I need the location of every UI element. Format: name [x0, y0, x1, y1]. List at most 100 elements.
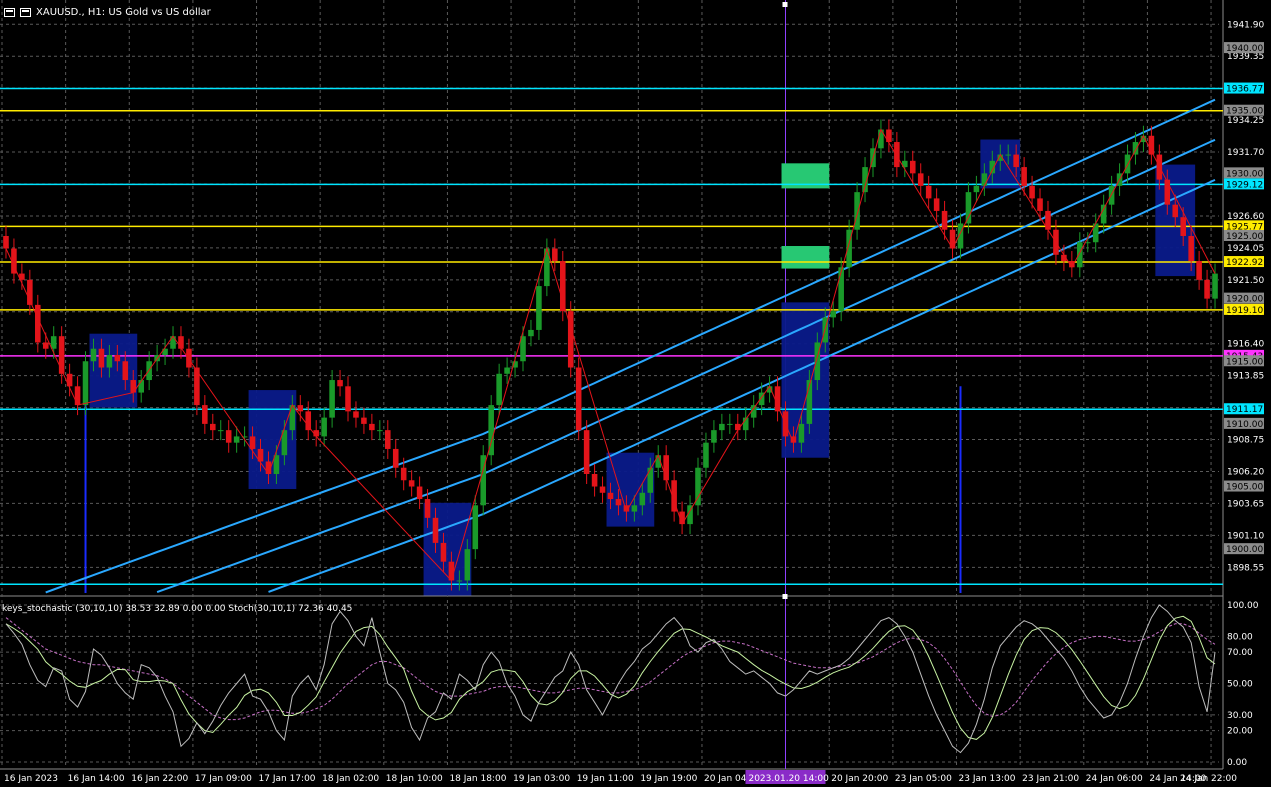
- candle-body: [639, 492, 646, 506]
- stoch-tick-label: 100.00: [1227, 601, 1259, 611]
- window-icon[interactable]: [4, 7, 15, 17]
- candle-body: [289, 405, 296, 431]
- chart-title-bar: XAUUSD., H1: US Gold vs US dollar: [4, 4, 211, 20]
- candle-body: [377, 430, 383, 432]
- price-level-tag-label: 1915.00: [1226, 357, 1263, 367]
- price-level-tag-label: 1925.00: [1226, 232, 1263, 242]
- candle-body: [925, 185, 932, 199]
- price-level-tag-label: 1940.00: [1226, 44, 1263, 54]
- candle-body: [1180, 217, 1186, 236]
- candle-body: [711, 430, 717, 443]
- candle-body: [1021, 167, 1027, 186]
- time-tick-label: 19 Jan 19:00: [640, 774, 697, 784]
- price-tick-label: 1931.70: [1227, 148, 1264, 158]
- candle-body: [814, 342, 821, 381]
- time-tick-label: 20 Jan 20:00: [831, 774, 888, 784]
- candle-body: [933, 198, 940, 211]
- candle-body: [663, 455, 669, 481]
- price-tick-label: 1941.90: [1227, 20, 1264, 30]
- candle-body: [82, 361, 89, 406]
- candle-body: [1100, 204, 1107, 224]
- stoch-tick-label: 50.00: [1227, 680, 1253, 690]
- candle-body: [854, 192, 860, 230]
- candle-body: [464, 549, 471, 581]
- candle-body: [830, 311, 837, 318]
- candle-body: [631, 505, 638, 512]
- zone-highlight-lower: [781, 246, 830, 269]
- time-tick-label: 23 Jan 13:00: [959, 774, 1016, 784]
- candle-body: [647, 467, 654, 493]
- candle-body: [42, 342, 49, 349]
- candle-body: [981, 173, 988, 186]
- price-level-tag-label: 1936.77: [1226, 85, 1263, 95]
- candle-body: [504, 367, 510, 374]
- candle-body: [392, 448, 399, 468]
- candle-body: [321, 417, 327, 437]
- price-tick-label: 1924.05: [1227, 244, 1264, 254]
- candle-body: [798, 423, 805, 443]
- candle-body: [941, 210, 948, 230]
- zone-box: [423, 502, 472, 596]
- candle-body: [909, 160, 916, 174]
- candle-body: [305, 411, 312, 431]
- candle-body: [965, 192, 972, 224]
- candle-body: [345, 386, 351, 412]
- price-level-tag-label: 1920.00: [1226, 295, 1263, 305]
- candle-body: [369, 423, 375, 431]
- candle-body: [719, 423, 725, 431]
- price-level-tag-label: 1919.10: [1226, 306, 1263, 316]
- stochastic-label: keys_stochastic (30,10,10) 38.53 32.89 0…: [2, 604, 352, 614]
- candle-body: [552, 248, 558, 262]
- candle-body: [35, 304, 41, 343]
- chart-canvas[interactable]: keys_stochastic (30,10,10) 38.53 32.89 0…: [0, 0, 1271, 787]
- candle-body: [774, 386, 781, 412]
- candle-body: [1172, 204, 1179, 218]
- candle-body: [1005, 154, 1011, 156]
- time-tick-label: 23 Jan 05:00: [895, 774, 952, 784]
- candle-body: [361, 417, 367, 424]
- candle-body: [448, 561, 455, 581]
- candle-body: [1013, 154, 1019, 168]
- price-tick-label: 1913.85: [1227, 372, 1264, 382]
- time-cursor-label: 2023.01.20 14:00: [748, 774, 829, 784]
- candle-body: [917, 173, 924, 186]
- time-tick-label: 16 Jan 22:00: [131, 774, 188, 784]
- candle-body: [329, 380, 335, 418]
- chart-title: XAUUSD., H1: US Gold vs US dollar: [36, 6, 211, 18]
- candle-body: [353, 411, 359, 418]
- candle-body: [1196, 261, 1202, 280]
- price-tick-label: 1934.25: [1227, 116, 1264, 126]
- candle-body: [50, 336, 57, 349]
- candle-body: [225, 430, 232, 443]
- candle-body: [1164, 179, 1171, 205]
- candle-body: [1212, 273, 1218, 299]
- candle-body: [727, 423, 733, 425]
- candle-body: [384, 430, 391, 449]
- candle-body: [337, 380, 343, 387]
- candle-body: [400, 467, 407, 481]
- window-icon[interactable]: [20, 7, 31, 17]
- candle-body: [1077, 242, 1083, 268]
- candle-body: [496, 373, 502, 406]
- time-tick-label: 16 Jan 2023: [4, 774, 58, 784]
- time-tick-label: 24 Jan 06:00: [1086, 774, 1143, 784]
- candle-body: [591, 473, 598, 487]
- price-level-tag-label: 1930.00: [1226, 169, 1263, 179]
- candle-body: [1037, 198, 1043, 211]
- candle-body: [90, 348, 97, 362]
- zone-box: [248, 390, 297, 490]
- time-cursor-handle: [782, 2, 788, 7]
- price-tick-label: 1921.50: [1227, 276, 1264, 286]
- candle-body: [599, 486, 606, 493]
- zone-box: [606, 452, 655, 527]
- candle-body: [186, 348, 192, 368]
- candle-body: [703, 442, 709, 468]
- candle-body: [114, 354, 121, 362]
- candle-body: [249, 436, 256, 449]
- time-tick-label: 17 Jan 09:00: [195, 774, 252, 784]
- time-tick-label: 18 Jan 18:00: [449, 774, 506, 784]
- stoch-tick-label: 70.00: [1227, 648, 1253, 658]
- candle-body: [894, 142, 900, 168]
- price-level-tag-label: 1922.92: [1226, 258, 1263, 268]
- candle-body: [424, 499, 431, 518]
